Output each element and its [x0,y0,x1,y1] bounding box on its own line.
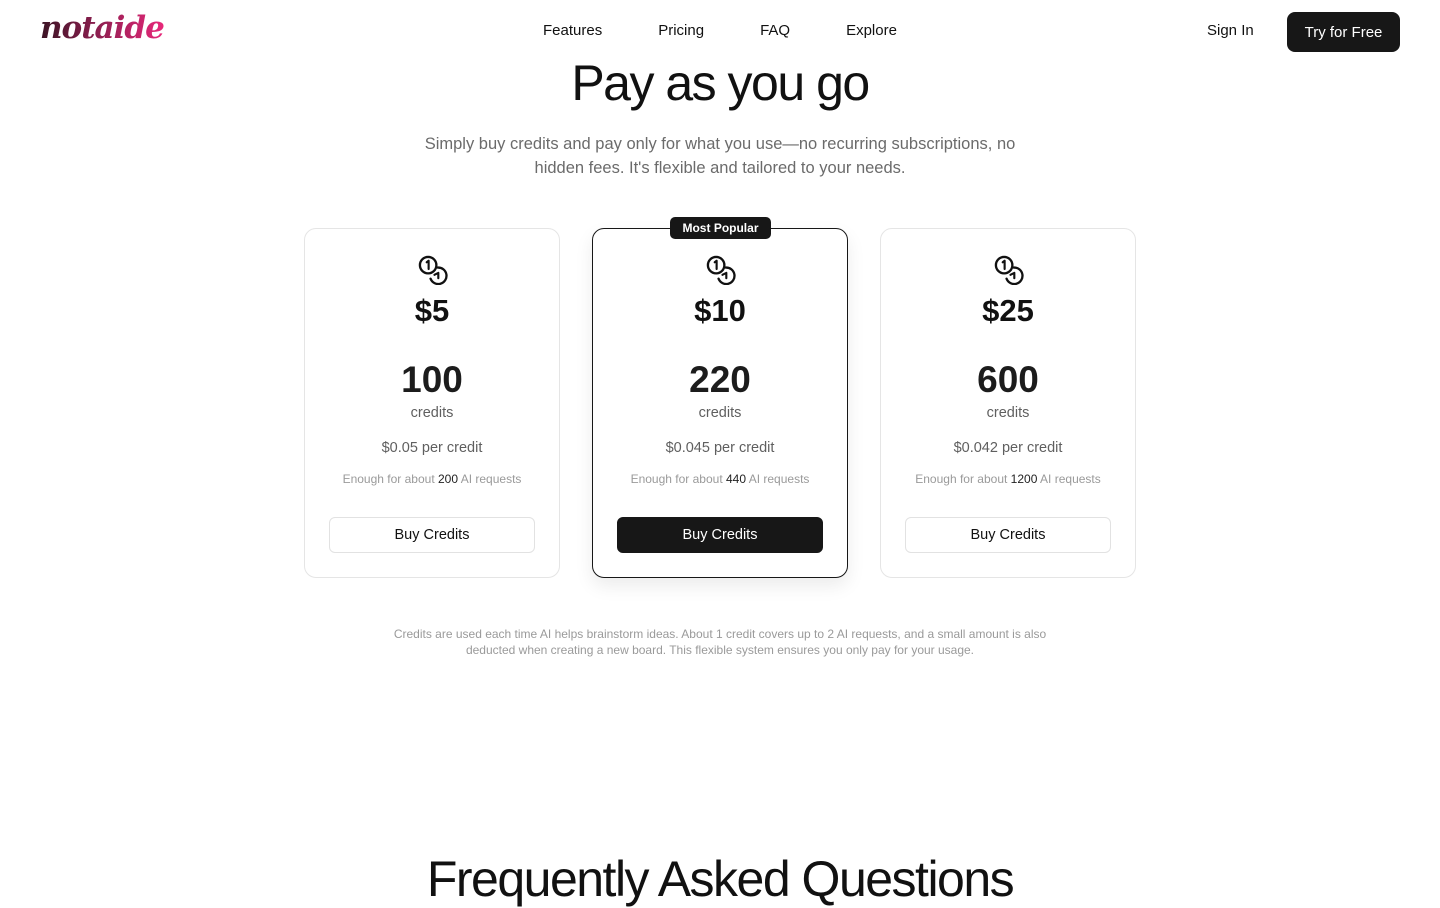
nav-link-features[interactable]: Features [543,22,602,42]
pricing-card-5: $5 100 credits $0.05 per credit Enough f… [304,228,560,578]
requests-prefix: Enough for about [630,472,723,486]
requests-suffix: AI requests [1040,472,1101,486]
plan-credits-amount: 100 [401,359,463,400]
plan-price: $25 [982,293,1034,328]
plan-per-credit: $0.042 per credit [953,440,1063,456]
nav-link-explore[interactable]: Explore [846,22,897,42]
brand-logo[interactable]: notaide [40,10,165,46]
credits-footnote: Credits are used each time AI helps brai… [393,627,1047,657]
nav-link-faq[interactable]: FAQ [760,22,790,42]
requests-count: 200 [438,472,459,486]
buy-credits-button[interactable]: Buy Credits [329,517,535,553]
plan-credits-label: credits [698,405,742,421]
plan-per-credit: $0.045 per credit [665,440,775,456]
plan-requests-note: Enough for about 440 AI requests [593,472,847,486]
plan-credits-label: credits [410,405,454,421]
sign-in-link[interactable]: Sign In [1207,22,1254,39]
pricing-card-25: $25 600 credits $0.042 per credit Enough… [880,228,1136,578]
buy-credits-button[interactable]: Buy Credits [905,517,1111,553]
plan-price: $5 [414,293,450,328]
most-popular-badge: Most Popular [670,217,771,239]
plan-credits-label: credits [986,405,1030,421]
nav-links: Features Pricing FAQ Explore [543,22,897,42]
requests-prefix: Enough for about [342,472,435,486]
plan-price: $10 [694,293,746,328]
requests-count: 1200 [1010,472,1038,486]
page-title: Pay as you go [571,55,870,111]
plan-credits-amount: 600 [977,359,1039,400]
requests-count: 440 [726,472,747,486]
requests-suffix: AI requests [460,472,522,486]
plan-per-credit: $0.05 per credit [381,440,483,456]
try-for-free-button[interactable]: Try for Free [1287,12,1400,52]
plan-requests-note: Enough for about 1200 AI requests [881,472,1135,486]
nav-link-pricing[interactable]: Pricing [658,22,704,42]
faq-heading: Frequently Asked Questions [426,851,1015,907]
plan-requests-note: Enough for about 200 AI requests [305,472,559,486]
coins-icon [706,255,736,285]
coins-icon [994,255,1024,285]
requests-suffix: AI requests [748,472,810,486]
page-subtitle: Simply buy credits and pay only for what… [424,135,1016,177]
requests-prefix: Enough for about [915,472,1008,486]
coins-icon [418,255,448,285]
pricing-card-10: Most Popular $10 220 credits $0.045 per … [592,217,848,578]
plan-credits-amount: 220 [689,359,751,400]
buy-credits-button[interactable]: Buy Credits [617,517,823,553]
